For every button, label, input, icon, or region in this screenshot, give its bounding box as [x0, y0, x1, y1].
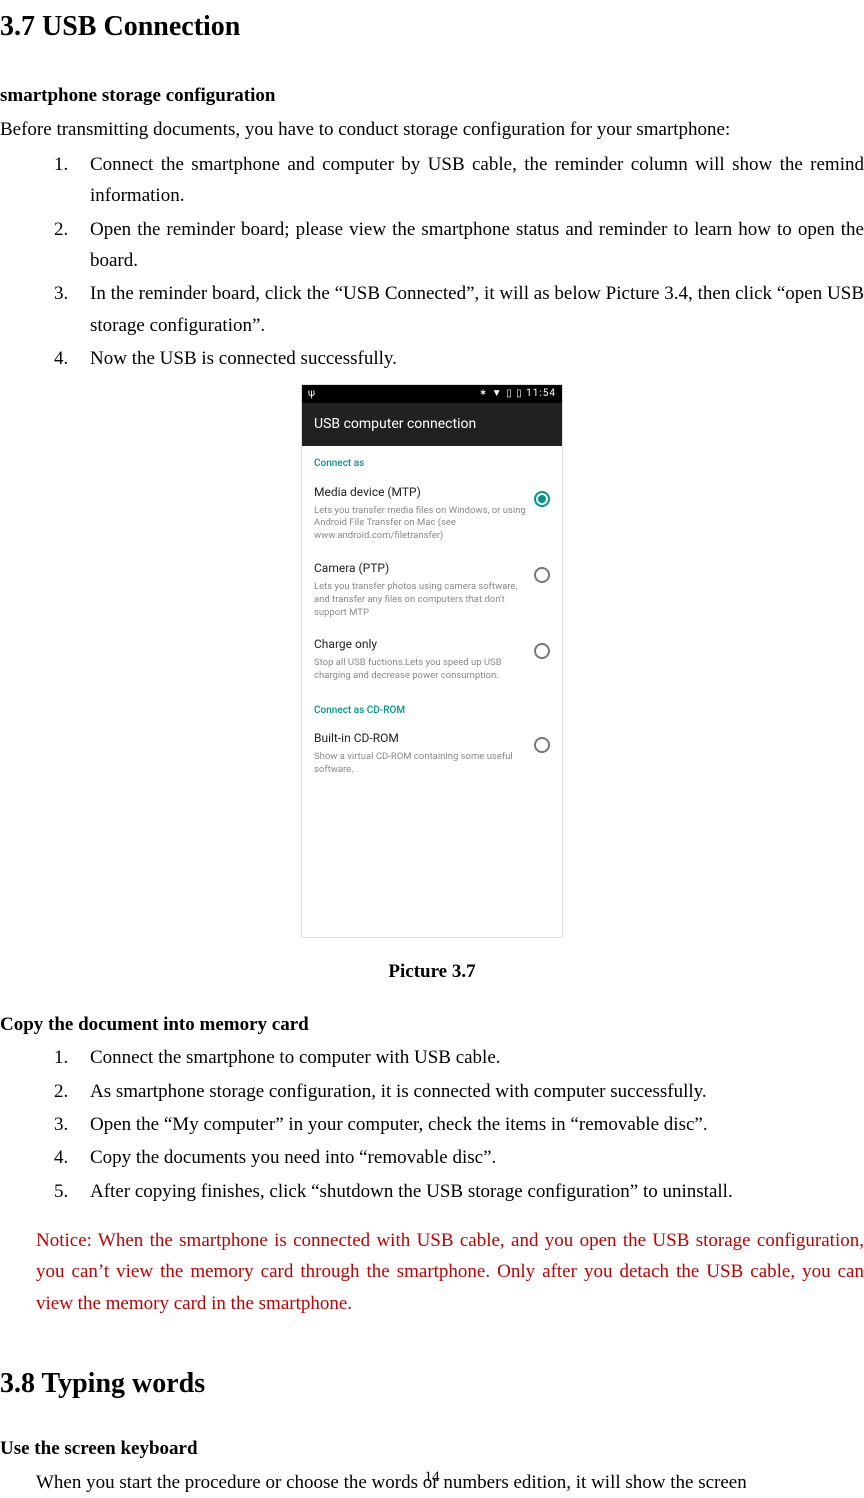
- option-cdrom[interactable]: Built-in CD-ROM Show a virtual CD-ROM co…: [302, 723, 562, 786]
- option-charge-only[interactable]: Charge only Stop all USB fuctions.Lets y…: [302, 629, 562, 692]
- list-number: 2.: [54, 214, 90, 277]
- list-item: 3.In the reminder board, click the “USB …: [54, 278, 864, 341]
- radio-icon[interactable]: [534, 737, 550, 753]
- subhead-screen-keyboard: Use the screen keyboard: [0, 1433, 864, 1464]
- list-item: 1.Connect the smartphone and computer by…: [54, 149, 864, 212]
- list-item: 4.Now the USB is connected successfully.: [54, 343, 864, 374]
- radio-selected-icon[interactable]: [534, 491, 550, 507]
- list-text: Connect the smartphone to computer with …: [90, 1042, 864, 1073]
- list-item: 5.After copying finishes, click “shutdow…: [54, 1176, 864, 1207]
- option-title: Charge only: [314, 635, 526, 655]
- list-text: Connect the smartphone and computer by U…: [90, 149, 864, 212]
- list-number: 1.: [54, 149, 90, 212]
- intro-text: Before transmitting documents, you have …: [0, 114, 864, 145]
- list-number: 1.: [54, 1042, 90, 1073]
- page-number: 14: [0, 1465, 864, 1490]
- option-desc: Stop all USB fuctions.Lets you speed up …: [314, 657, 526, 683]
- list-text: Copy the documents you need into “remova…: [90, 1142, 864, 1173]
- option-mtp[interactable]: Media device (MTP) Lets you transfer med…: [302, 477, 562, 553]
- status-icons-clock: ✶ ▼ ▯ ▯ 11:54: [479, 386, 556, 403]
- list-number: 3.: [54, 278, 90, 341]
- list-number: 3.: [54, 1109, 90, 1140]
- usb-icon: ψ: [308, 386, 315, 403]
- subhead-storage-config: smartphone storage configuration: [0, 80, 864, 111]
- list-text: Now the USB is connected successfully.: [90, 343, 864, 374]
- option-desc: Lets you transfer photos using camera so…: [314, 581, 526, 619]
- list-storage-config: 1.Connect the smartphone and computer by…: [0, 149, 864, 374]
- list-number: 4.: [54, 343, 90, 374]
- list-text: Open the “My computer” in your computer,…: [90, 1109, 864, 1140]
- list-number: 5.: [54, 1176, 90, 1207]
- list-text: As smartphone storage configuration, it …: [90, 1076, 864, 1107]
- subhead-copy-doc: Copy the document into memory card: [0, 1009, 864, 1040]
- list-text: After copying finishes, click “shutdown …: [90, 1176, 864, 1207]
- option-title: Built-in CD-ROM: [314, 729, 526, 749]
- radio-icon[interactable]: [534, 567, 550, 583]
- phone-section-connect-as: Connect as: [302, 446, 562, 477]
- option-title: Camera (PTP): [314, 559, 526, 579]
- list-text: Open the reminder board; please view the…: [90, 214, 864, 277]
- option-ptp[interactable]: Camera (PTP) Lets you transfer photos us…: [302, 553, 562, 629]
- list-item: 4.Copy the documents you need into “remo…: [54, 1142, 864, 1173]
- figure-phone-screenshot: ψ ✶ ▼ ▯ ▯ 11:54 USB computer connection …: [301, 384, 563, 937]
- list-number: 4.: [54, 1142, 90, 1173]
- notice-text: Notice: When the smartphone is connected…: [0, 1225, 864, 1319]
- list-item: 2.Open the reminder board; please view t…: [54, 214, 864, 277]
- figure-caption: Picture 3.7: [0, 956, 864, 987]
- heading-typing-words: 3.8 Typing words: [0, 1361, 864, 1407]
- list-item: 2.As smartphone storage configuration, i…: [54, 1076, 864, 1107]
- list-number: 2.: [54, 1076, 90, 1107]
- option-desc: Show a virtual CD-ROM containing some us…: [314, 751, 526, 777]
- list-text: In the reminder board, click the “USB Co…: [90, 278, 864, 341]
- heading-usb-connection: 3.7 USB Connection: [0, 4, 864, 50]
- phone-statusbar: ψ ✶ ▼ ▯ ▯ 11:54: [302, 385, 562, 403]
- option-title: Media device (MTP): [314, 483, 526, 503]
- option-desc: Lets you transfer media files on Windows…: [314, 505, 526, 543]
- phone-section-cdrom: Connect as CD-ROM: [302, 693, 562, 724]
- list-copy-doc: 1.Connect the smartphone to computer wit…: [0, 1042, 864, 1207]
- list-item: 1.Connect the smartphone to computer wit…: [54, 1042, 864, 1073]
- phone-appbar-title: USB computer connection: [302, 403, 562, 446]
- list-item: 3.Open the “My computer” in your compute…: [54, 1109, 864, 1140]
- radio-icon[interactable]: [534, 643, 550, 659]
